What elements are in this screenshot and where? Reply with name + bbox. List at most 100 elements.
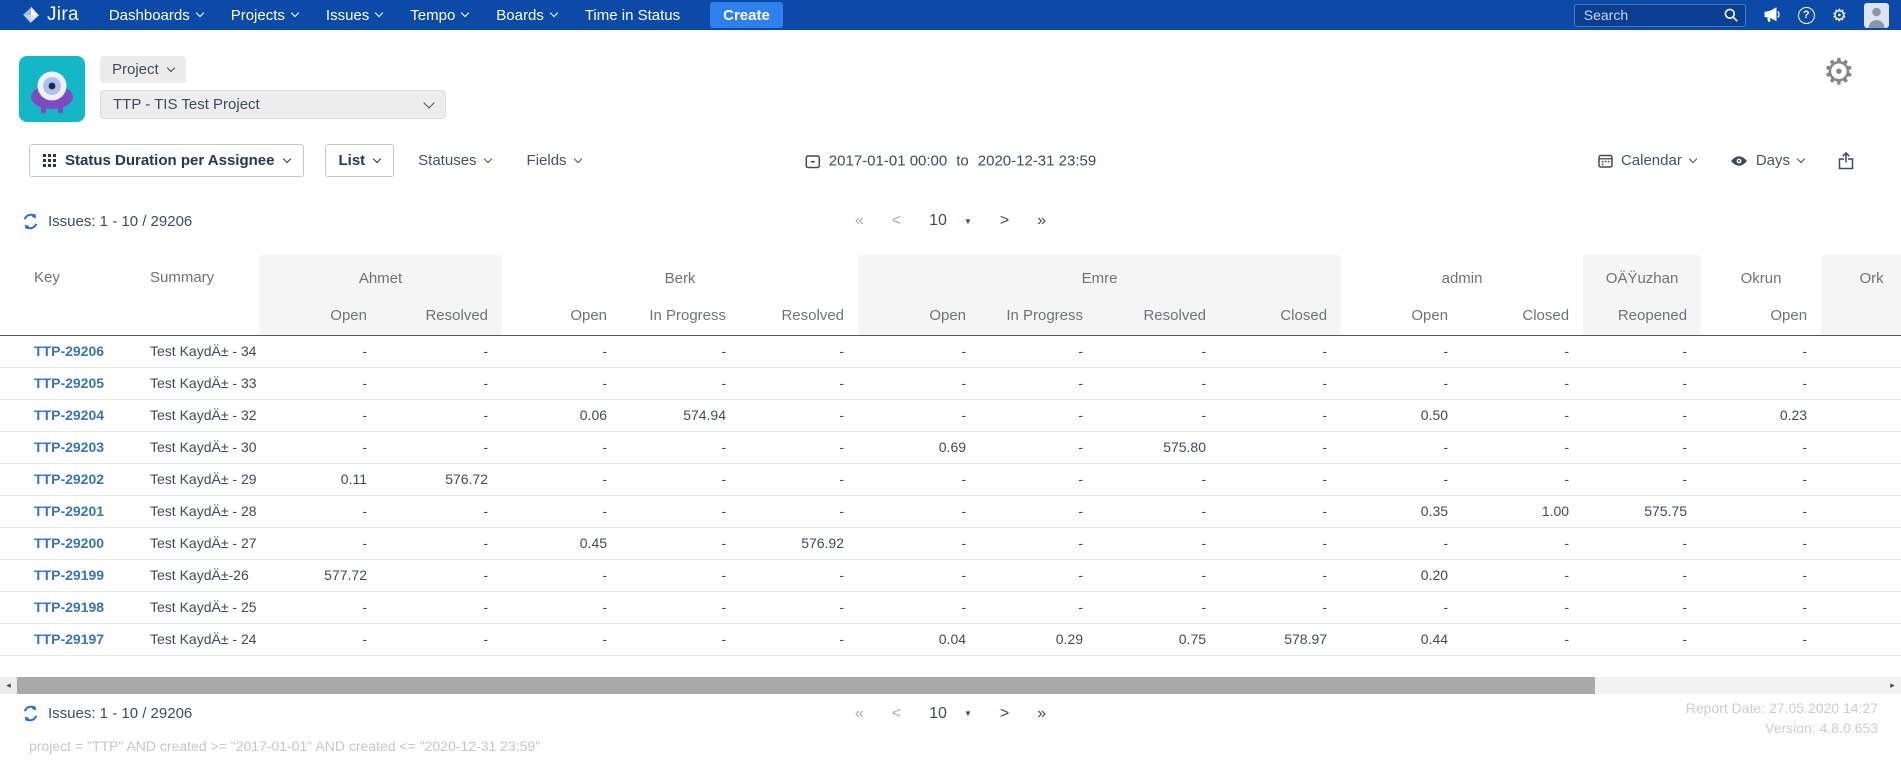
summary-cell: Test KaydÄ± - 28 bbox=[150, 495, 259, 527]
issue-key-link[interactable]: TTP-29204 bbox=[34, 407, 104, 423]
search-icon bbox=[1724, 8, 1738, 22]
help-button[interactable]: ? bbox=[1798, 7, 1815, 24]
scope-selector-button[interactable]: Project bbox=[100, 56, 186, 83]
duration-cell: - bbox=[858, 367, 980, 399]
announcements-button[interactable] bbox=[1763, 6, 1781, 24]
dropdown-arrow-icon: ▼ bbox=[964, 217, 972, 226]
report-date: Report Date: 27.05.2020 14:27 bbox=[1686, 698, 1878, 718]
duration-cell: - bbox=[1701, 367, 1821, 399]
duration-cell bbox=[1821, 399, 1901, 431]
export-button[interactable] bbox=[1838, 152, 1854, 170]
issue-key-link[interactable]: TTP-29205 bbox=[34, 375, 104, 391]
duration-cell: - bbox=[858, 399, 980, 431]
user-avatar[interactable] bbox=[1864, 3, 1889, 28]
last-page-button[interactable]: » bbox=[1037, 705, 1046, 723]
issue-key-link[interactable]: TTP-29198 bbox=[34, 599, 104, 615]
duration-cell: - bbox=[1097, 367, 1220, 399]
help-icon: ? bbox=[1798, 7, 1815, 24]
pagination-top: « < 10 ▼ > » bbox=[855, 212, 1046, 230]
nav-item-boards[interactable]: Boards bbox=[482, 0, 571, 30]
issue-key-link[interactable]: TTP-29197 bbox=[34, 631, 104, 647]
report-info: Report Date: 27.05.2020 14:27 Version: 4… bbox=[1686, 698, 1878, 738]
duration-cell bbox=[1821, 559, 1901, 591]
create-button[interactable]: Create bbox=[710, 2, 783, 28]
duration-cell: - bbox=[1583, 367, 1701, 399]
nav-item-time-in-status[interactable]: Time in Status bbox=[571, 0, 694, 30]
chevron-down-icon bbox=[423, 97, 434, 108]
duration-cell: 0.44 bbox=[1341, 623, 1462, 655]
status-column-header: Closed bbox=[1220, 297, 1341, 335]
table-row: TTP-29197Test KaydÄ± - 24-----0.040.290.… bbox=[0, 623, 1901, 655]
last-page-button[interactable]: » bbox=[1037, 212, 1046, 230]
key-cell: TTP-29199 bbox=[0, 559, 150, 591]
megaphone-icon bbox=[1763, 6, 1781, 24]
duration-cell: - bbox=[1341, 367, 1462, 399]
issue-key-link[interactable]: TTP-29200 bbox=[34, 535, 104, 551]
status-column-header: Closed bbox=[1462, 297, 1583, 335]
chevron-down-icon bbox=[550, 9, 558, 17]
issue-key-link[interactable]: TTP-29203 bbox=[34, 439, 104, 455]
scroll-left-button[interactable]: ◂ bbox=[0, 677, 17, 694]
duration-cell: 0.23 bbox=[1701, 399, 1821, 431]
first-page-button[interactable]: « bbox=[855, 212, 864, 230]
project-select[interactable]: TTP - TIS Test Project bbox=[100, 90, 446, 119]
duration-cell: - bbox=[502, 495, 621, 527]
duration-cell: - bbox=[1097, 463, 1220, 495]
duration-cell: - bbox=[1462, 463, 1583, 495]
duration-cell: - bbox=[1097, 399, 1220, 431]
horizontal-scrollbar[interactable]: ◂ ▸ bbox=[0, 677, 1901, 694]
refresh-button[interactable] bbox=[22, 213, 39, 230]
issue-key-link[interactable]: TTP-29202 bbox=[34, 471, 104, 487]
view-mode-button[interactable]: List bbox=[325, 144, 395, 177]
duration-cell: - bbox=[1701, 527, 1821, 559]
duration-cell: 0.04 bbox=[858, 623, 980, 655]
next-page-button[interactable]: > bbox=[1000, 705, 1009, 723]
duration-cell: - bbox=[621, 623, 740, 655]
calendar-dropdown[interactable]: Calendar bbox=[1598, 152, 1696, 169]
statuses-dropdown[interactable]: Statuses bbox=[418, 152, 490, 169]
duration-cell: - bbox=[1220, 495, 1341, 527]
issue-key-link[interactable]: TTP-29199 bbox=[34, 567, 104, 583]
fields-dropdown[interactable]: Fields bbox=[527, 152, 581, 169]
issues-summary: Issues: 1 - 10 / 29206 bbox=[48, 705, 192, 722]
jira-logo[interactable]: Jira bbox=[22, 4, 79, 26]
search-input[interactable] bbox=[1584, 7, 1714, 23]
search-box[interactable] bbox=[1574, 4, 1746, 27]
settings-gear-icon[interactable]: ⚙ bbox=[1823, 54, 1855, 90]
issue-key-link[interactable]: TTP-29201 bbox=[34, 503, 104, 519]
table-row: TTP-29202Test KaydÄ± - 290.11576.72-----… bbox=[0, 463, 1901, 495]
duration-cell: 575.75 bbox=[1583, 495, 1701, 527]
status-column-header: Open bbox=[1341, 297, 1462, 335]
duration-cell: - bbox=[1220, 399, 1341, 431]
refresh-button[interactable] bbox=[22, 705, 39, 722]
prev-page-button[interactable]: < bbox=[892, 212, 901, 230]
page-size-select[interactable]: 10 ▼ bbox=[929, 705, 972, 723]
date-range-control[interactable]: 2017-01-01 00:00 to 2020-12-31 23:59 bbox=[805, 152, 1096, 169]
duration-cell: - bbox=[1701, 495, 1821, 527]
page-size-select[interactable]: 10 ▼ bbox=[929, 212, 972, 230]
scrollbar-thumb[interactable] bbox=[17, 677, 1595, 694]
scroll-right-button[interactable]: ▸ bbox=[1884, 677, 1901, 694]
next-page-button[interactable]: > bbox=[1000, 212, 1009, 230]
key-cell: TTP-29206 bbox=[0, 335, 150, 367]
duration-cell: - bbox=[381, 399, 502, 431]
chevron-down-icon bbox=[573, 154, 581, 162]
first-page-button[interactable]: « bbox=[855, 705, 864, 723]
duration-cell: - bbox=[1462, 559, 1583, 591]
duration-cell: - bbox=[1583, 559, 1701, 591]
issue-key-link[interactable]: TTP-29206 bbox=[34, 343, 104, 359]
nav-item-dashboards[interactable]: Dashboards bbox=[95, 0, 217, 30]
report-type-button[interactable]: Status Duration per Assignee bbox=[29, 144, 304, 177]
duration-cell bbox=[1821, 623, 1901, 655]
nav-item-projects[interactable]: Projects bbox=[217, 0, 312, 30]
unit-dropdown[interactable]: Days bbox=[1730, 152, 1804, 169]
duration-cell: - bbox=[381, 527, 502, 559]
calendar-icon bbox=[805, 153, 820, 168]
gear-icon[interactable]: ⚙ bbox=[1832, 7, 1847, 24]
status-column-header: Reopened bbox=[1583, 297, 1701, 335]
nav-item-tempo[interactable]: Tempo bbox=[396, 0, 482, 30]
duration-cell: - bbox=[740, 623, 858, 655]
prev-page-button[interactable]: < bbox=[892, 705, 901, 723]
nav-item-issues[interactable]: Issues bbox=[312, 0, 396, 30]
scrollbar-track[interactable] bbox=[1595, 677, 1884, 694]
